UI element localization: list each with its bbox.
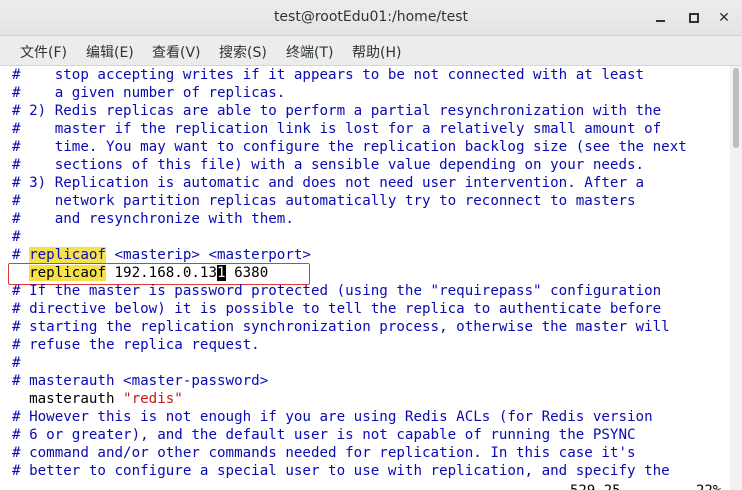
menu-help[interactable]: 帮助(H) <box>352 42 401 62</box>
menu-edit[interactable]: 编辑(E) <box>86 42 134 62</box>
menu-view[interactable]: 查看(V) <box>152 42 201 62</box>
terminal-window: test@rootEdu01:/home/test ✕ 文件(F) 编辑(E) … <box>0 0 742 490</box>
scrollbar-thumb[interactable] <box>733 68 739 148</box>
editor-line: # masterauth <master-password> <box>12 373 269 389</box>
menu-bar: 文件(F) 编辑(E) 查看(V) 搜索(S) 终端(T) 帮助(H) <box>0 36 742 66</box>
maximize-icon <box>689 13 699 23</box>
editor-line: # 3) Replication is automatic and does n… <box>12 175 645 191</box>
editor-line: # <box>12 229 21 245</box>
title-bar[interactable]: test@rootEdu01:/home/test ✕ <box>0 0 742 36</box>
menu-file[interactable]: 文件(F) <box>20 42 67 62</box>
cursor-position: 529,25 <box>570 482 621 490</box>
editor-line: # stop accepting writes if it appears to… <box>12 67 645 83</box>
editor-line: # directive below) it is possible to tel… <box>12 301 662 317</box>
masterauth-value: "redis" <box>123 391 183 407</box>
editor-line: # and resynchronize with them. <box>12 211 294 227</box>
editor-line: # network partition replicas automatical… <box>12 193 636 209</box>
editor-line: # However this is not enough if you are … <box>12 409 653 425</box>
editor-line: # starting the replication synchronizati… <box>12 319 670 335</box>
editor-line: # If the master is password protected (u… <box>12 283 662 299</box>
window-title: test@rootEdu01:/home/test <box>273 9 469 25</box>
editor-line: # command and/or other commands needed f… <box>12 445 636 461</box>
terminal-content[interactable]: # stop accepting writes if it appears to… <box>0 66 730 490</box>
replicaof-comment-args: <masterip> <masterport> <box>105 247 311 263</box>
close-button[interactable]: ✕ <box>716 10 732 26</box>
editor-line: # 2) Redis replicas are able to perform … <box>12 103 662 119</box>
editor-line: # a given number of replicas. <box>12 85 286 101</box>
minimize-button[interactable] <box>653 10 669 26</box>
close-icon: ✕ <box>718 10 730 26</box>
editor-line: # master if the replication link is lost… <box>12 121 662 137</box>
replicaof-keyword-highlight: replicaof <box>29 247 106 263</box>
masterauth-line: masterauth "redis" <box>12 390 183 408</box>
replicaof-comment-line: # replicaof <masterip> <masterport> <box>12 246 311 264</box>
comment-prefix: # <box>12 247 30 263</box>
menu-search[interactable]: 搜索(S) <box>219 42 267 62</box>
editor-line: # time. You may want to configure the re… <box>12 139 687 155</box>
scroll-percent: 22% <box>696 482 721 490</box>
maximize-button[interactable] <box>686 10 702 26</box>
vertical-scrollbar[interactable] <box>730 66 742 490</box>
editor-line: # <box>12 355 21 371</box>
editor-line: # sections of this file) with a sensible… <box>12 157 645 173</box>
masterauth-key: masterauth <box>12 391 124 407</box>
editor-line: # 6 or greater), and the default user is… <box>12 427 636 443</box>
menu-terminal[interactable]: 终端(T) <box>286 42 333 62</box>
minimize-icon <box>656 20 665 22</box>
editor-line: # better to configure a special user to … <box>12 463 670 479</box>
editor-line: # refuse the replica request. <box>12 337 260 353</box>
